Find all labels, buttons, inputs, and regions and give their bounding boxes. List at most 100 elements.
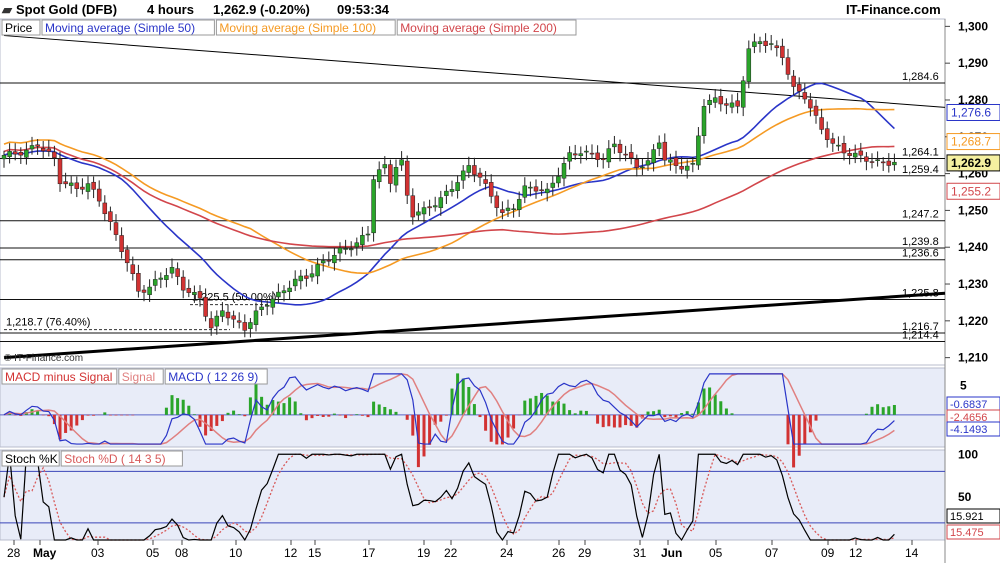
candle-body	[690, 163, 696, 165]
x-tick-label: 12	[849, 546, 863, 560]
macd-histogram-bar	[870, 406, 874, 415]
candle-body	[724, 103, 729, 106]
macd-histogram-bar	[338, 414, 342, 416]
x-tick-label: 05	[146, 546, 160, 560]
candle-body	[18, 152, 24, 156]
macd-histogram-bar	[512, 414, 516, 429]
candle-body	[169, 267, 175, 274]
macd-flag-label: -4.1493	[950, 424, 987, 436]
macd-histogram-bar	[478, 414, 482, 418]
price-tick-label: 1,300	[958, 19, 988, 33]
stoch-flag-label: 15.475	[950, 527, 984, 539]
macd-histogram-bar	[713, 394, 717, 415]
candle-body	[488, 182, 494, 197]
macd-histogram-bar	[556, 401, 560, 415]
macd-histogram-bar	[288, 397, 292, 415]
candle-body	[404, 160, 410, 196]
macd-tick-label: 5	[960, 379, 967, 393]
macd-histogram-bar	[108, 414, 112, 416]
level-label: 1,239.8	[902, 236, 939, 248]
candle-body	[516, 199, 522, 210]
candle-body	[561, 163, 567, 179]
candle-body	[360, 235, 365, 245]
level-label: 1,284.6	[902, 71, 939, 83]
candle-body	[528, 186, 533, 189]
candle-body	[46, 148, 52, 152]
macd-histogram-bar	[461, 378, 465, 415]
candle-body	[444, 190, 449, 196]
macd-histogram-bar	[652, 411, 656, 415]
candle-body	[220, 310, 225, 317]
macd-histogram-bar	[607, 414, 611, 427]
candle-body	[735, 100, 740, 107]
candle-body	[813, 105, 819, 116]
candle-body	[505, 207, 511, 211]
macd-histogram-bar	[618, 414, 622, 428]
macd-histogram-bar	[332, 413, 336, 415]
x-tick-label: 31	[633, 546, 647, 560]
candle-body	[628, 152, 634, 159]
candle-body	[427, 206, 432, 209]
macd-histogram-bar	[719, 401, 723, 415]
macd-histogram-bar	[321, 414, 325, 417]
candle-body	[578, 153, 584, 156]
price-legend-item: Moving average (Simple 50)	[45, 21, 195, 35]
macd-histogram-bar	[797, 414, 801, 456]
macd-histogram-bar	[226, 412, 230, 415]
candle-body	[276, 291, 281, 298]
candle-body	[152, 279, 158, 286]
candle-body	[7, 151, 12, 157]
candle-body	[231, 315, 236, 320]
candle-body	[130, 264, 136, 275]
stoch-tick-label: 100	[958, 447, 978, 461]
candle-body	[29, 145, 35, 150]
candle-body	[242, 322, 248, 331]
macd-histogram-bar	[540, 392, 544, 415]
candle-body	[651, 149, 656, 164]
stoch-legend-item: Stoch %K	[5, 452, 58, 466]
candle-body	[343, 248, 348, 250]
macd-histogram-bar	[120, 414, 124, 416]
macd-histogram-bar	[164, 407, 168, 415]
x-tick-label: 07	[765, 546, 779, 560]
macd-histogram-bar	[892, 404, 896, 415]
macd-histogram-bar	[484, 414, 488, 431]
macd-histogram-bar	[366, 414, 370, 418]
macd-histogram-bar	[663, 414, 667, 418]
candle-body	[63, 181, 68, 185]
candle-body	[91, 181, 96, 190]
macd-histogram-bar	[215, 414, 219, 426]
x-tick-label: 19	[417, 546, 431, 560]
macd-histogram-bar	[523, 400, 527, 415]
candle-body	[539, 189, 544, 191]
candle-body	[410, 195, 416, 218]
macd-histogram-bar	[243, 414, 247, 417]
macd-histogram-bar	[316, 414, 320, 416]
candle-body	[640, 166, 645, 169]
macd-histogram-bar	[881, 407, 885, 415]
candle-body	[880, 161, 886, 164]
candle-body	[281, 290, 287, 294]
candle-body	[332, 254, 337, 264]
candle-body	[57, 158, 63, 185]
macd-histogram-bar	[372, 401, 376, 415]
candle-body	[847, 153, 852, 156]
candle-body	[858, 150, 864, 156]
candle-body	[337, 247, 343, 254]
candle-body	[449, 189, 455, 192]
level-label: 1,236.6	[902, 248, 939, 260]
macd-histogram-bar	[876, 404, 880, 415]
candle-body	[192, 292, 197, 295]
candle-body	[225, 311, 231, 319]
candle-body	[180, 276, 186, 291]
macd-histogram-bar	[170, 395, 174, 415]
macd-histogram-bar	[612, 414, 616, 428]
stoch-legend-item: Stoch %D ( 14 3 5)	[64, 452, 165, 466]
price-flag-label: 1,268.7	[951, 135, 991, 149]
level-label: 1,264.1	[902, 147, 939, 159]
candle-body	[388, 164, 393, 184]
x-tick-label: 09	[821, 546, 835, 560]
candle-body	[68, 182, 74, 186]
macd-histogram-bar	[80, 414, 84, 421]
candle-body	[74, 182, 80, 189]
